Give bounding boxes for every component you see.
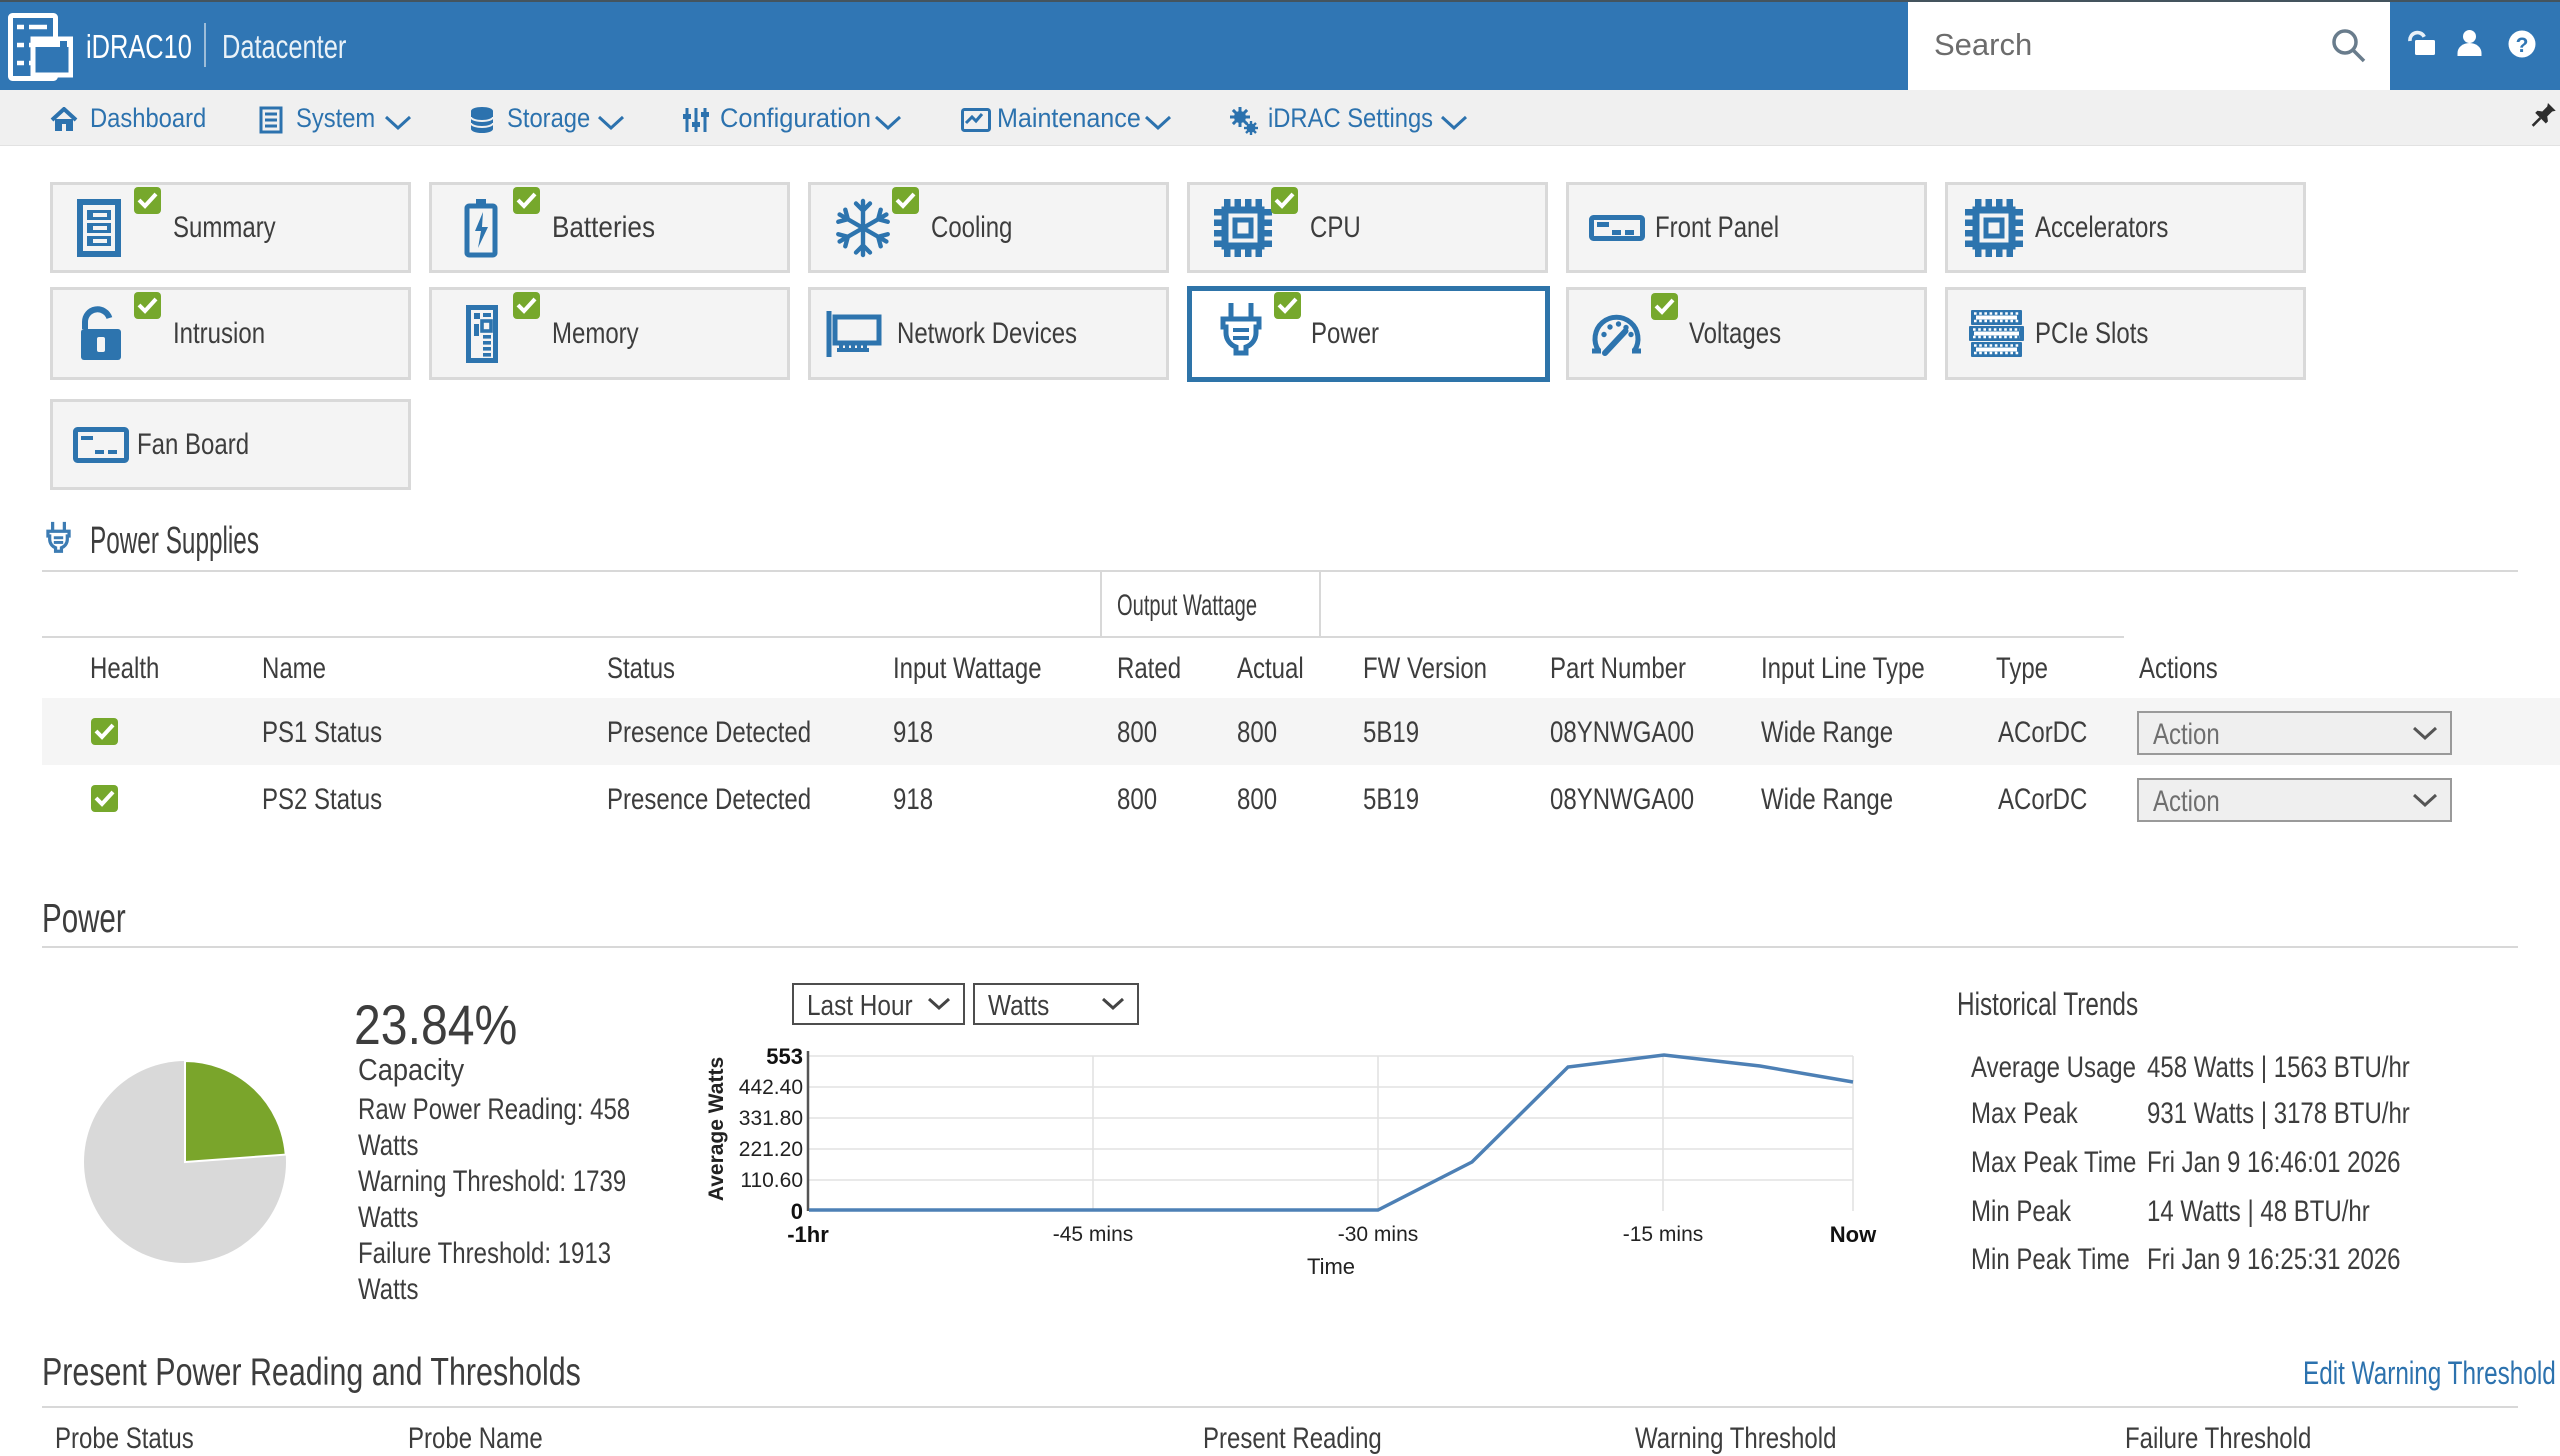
svg-text:?: ?	[2516, 34, 2529, 57]
